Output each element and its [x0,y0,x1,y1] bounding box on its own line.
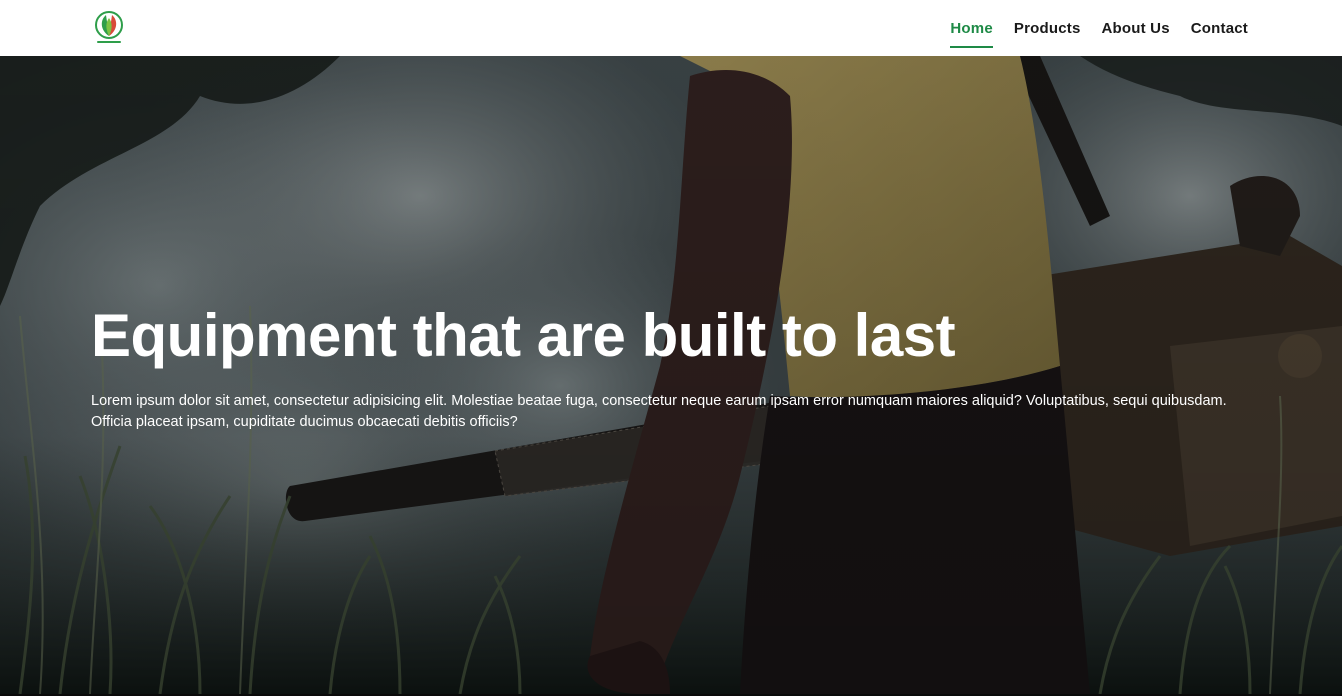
main-nav: Home Products About Us Contact [929,0,1248,56]
nav-home[interactable]: Home [950,12,994,48]
hero-background-photo [0,56,1342,694]
nav-about-us[interactable]: About Us [1102,12,1170,45]
leaf-logo-icon [95,11,123,43]
hero-title: Equipment that are built to last [91,302,956,369]
hero-description: Lorem ipsum dolor sit amet, consectetur … [91,393,1227,430]
hero-section: Equipment that are built to last Lorem i… [0,56,1342,694]
nav-contact[interactable]: Contact [1191,12,1248,45]
site-logo[interactable] [92,10,126,46]
nav-products[interactable]: Products [1014,12,1081,45]
navbar: Home Products About Us Contact [0,0,1342,56]
